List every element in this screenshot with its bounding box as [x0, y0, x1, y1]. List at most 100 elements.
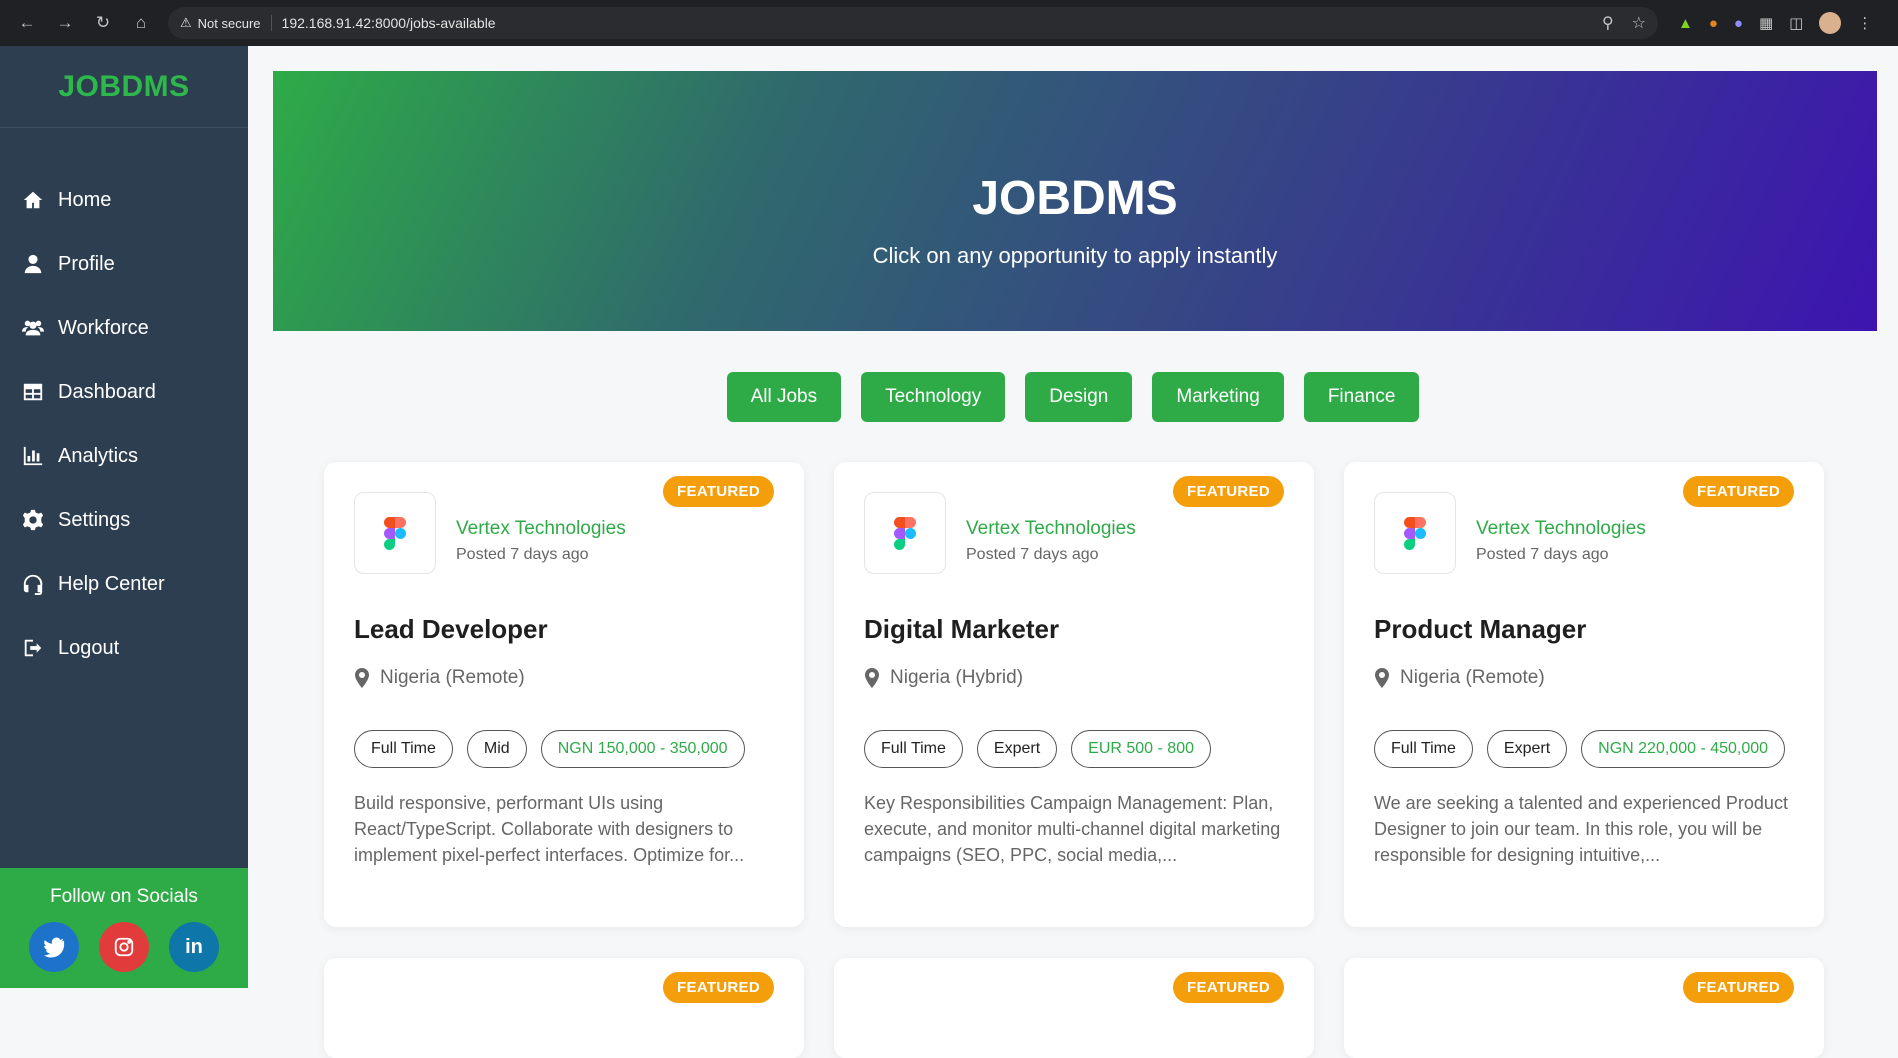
twitter-icon [43, 937, 65, 958]
job-tags: Full Time Expert NGN 220,000 - 450,000 [1374, 730, 1786, 768]
location-text: Nigeria (Remote) [1400, 667, 1545, 688]
figma-icon [894, 516, 916, 550]
job-card[interactable]: FEATURED Vertex Technologies Posted 7 da… [1344, 462, 1824, 927]
browser-toolbar: ← → ↻ ⌂ ⚠ Not secure 192.168.91.42:8000/… [0, 0, 1898, 46]
job-card[interactable]: FEATURED [1344, 958, 1824, 1058]
logout-icon [24, 639, 42, 657]
instagram-icon [114, 937, 134, 957]
job-title[interactable]: Digital Marketer [864, 614, 1059, 645]
sidebar-item-home[interactable]: Home [0, 168, 248, 232]
sidebar-item-label: Workforce [58, 316, 149, 339]
main-content: JOBDMS Click on any opportunity to apply… [248, 46, 1898, 1058]
company-name[interactable]: Vertex Technologies [966, 518, 1136, 540]
sidebar-item-label: Profile [58, 252, 115, 275]
job-level-tag: Expert [1486, 730, 1568, 768]
job-description: Key Responsibilities Campaign Management… [864, 793, 1281, 865]
sidebar-item-label: Home [58, 188, 112, 211]
forward-icon[interactable]: → [48, 6, 82, 40]
home-browser-icon[interactable]: ⌂ [124, 6, 158, 40]
url-text[interactable]: 192.168.91.42:8000/jobs-available [282, 15, 1592, 31]
back-icon[interactable]: ← [10, 6, 44, 40]
sidebar-item-label: Logout [58, 636, 120, 659]
job-card[interactable]: FEATURED [834, 958, 1314, 1058]
sidebar-item-label: Help Center [58, 572, 165, 595]
job-title[interactable]: Lead Developer [354, 614, 548, 645]
sidebar-item-label: Dashboard [58, 380, 156, 403]
job-level-tag: Expert [976, 730, 1058, 768]
job-description: We are seeking a talented and experience… [1374, 793, 1788, 865]
featured-badge: FEATURED [663, 476, 774, 507]
address-bar[interactable]: ⚠ Not secure 192.168.91.42:8000/jobs-ava… [168, 7, 1658, 39]
hero-banner: JOBDMS Click on any opportunity to apply… [273, 71, 1877, 331]
filter-marketing[interactable]: Marketing [1152, 372, 1284, 422]
sidebar-item-logout[interactable]: Logout [0, 616, 248, 680]
linkedin-button[interactable]: in [169, 922, 219, 972]
salary-tag: NGN 220,000 - 450,000 [1581, 730, 1786, 768]
figma-icon [1404, 516, 1426, 550]
extension-fox-icon[interactable]: ● [1709, 15, 1718, 32]
sidebar-item-profile[interactable]: Profile [0, 232, 248, 296]
job-type-tag: Full Time [864, 730, 963, 768]
posted-date: Posted 7 days ago [966, 546, 1099, 563]
gear-icon [22, 509, 44, 531]
job-location: Nigeria (Remote) [1374, 667, 1545, 689]
map-pin-icon [865, 668, 879, 688]
headset-icon [23, 574, 43, 595]
location-text: Nigeria (Remote) [380, 667, 525, 688]
job-title[interactable]: Product Manager [1374, 614, 1586, 645]
extensions-puzzle-icon[interactable]: ▦ [1759, 14, 1773, 32]
posted-date: Posted 7 days ago [456, 546, 589, 563]
sidebar-item-settings[interactable]: Settings [0, 488, 248, 552]
job-card[interactable]: FEATURED Vertex Technologies Posted 7 da… [834, 462, 1314, 927]
zoom-icon[interactable]: ⚲ [1602, 13, 1614, 33]
featured-badge: FEATURED [1683, 476, 1794, 507]
reading-list-icon[interactable]: ◫ [1789, 14, 1803, 32]
hero-title: JOBDMS [972, 172, 1178, 225]
avatar[interactable] [1819, 12, 1842, 34]
sidebar-item-analytics[interactable]: Analytics [0, 424, 248, 488]
job-card[interactable]: FEATURED Vertex Technologies Posted 7 da… [324, 462, 804, 927]
sidebar-item-dashboard[interactable]: Dashboard [0, 360, 248, 424]
home-icon [23, 191, 43, 209]
job-location: Nigeria (Remote) [354, 667, 525, 689]
salary-tag: NGN 150,000 - 350,000 [540, 730, 745, 768]
job-description: Build responsive, performant UIs using R… [354, 793, 745, 865]
sidebar-nav: Home Profile Workforce Dashboard Analyti… [0, 128, 248, 680]
users-icon [22, 320, 44, 336]
chart-icon [23, 446, 43, 466]
filter-design[interactable]: Design [1025, 372, 1133, 422]
job-tags: Full Time Expert EUR 500 - 800 [864, 730, 1211, 768]
figma-icon [384, 516, 406, 550]
twitter-button[interactable] [29, 922, 79, 972]
extension-cloud-icon[interactable]: ● [1734, 15, 1743, 32]
company-name[interactable]: Vertex Technologies [456, 518, 626, 540]
instagram-button[interactable] [99, 922, 149, 972]
reload-icon[interactable]: ↻ [86, 6, 120, 40]
extension-chart-icon[interactable]: ▲ [1678, 15, 1693, 32]
warning-icon: ⚠ [180, 15, 192, 30]
filter-finance[interactable]: Finance [1303, 372, 1420, 422]
sidebar: JOBDMS Home Profile Workforce Dashboard … [0, 46, 248, 988]
brand-logo[interactable]: JOBDMS [0, 46, 248, 128]
filter-all-jobs[interactable]: All Jobs [726, 372, 842, 422]
linkedin-icon: in [185, 935, 203, 958]
company-logo [1374, 492, 1456, 574]
category-filters: All Jobs Technology Design Marketing Fin… [248, 372, 1898, 422]
filter-technology[interactable]: Technology [861, 372, 1006, 422]
menu-dots-icon[interactable]: ⋮ [1857, 14, 1872, 32]
security-label: Not secure [197, 15, 261, 31]
map-pin-icon [1375, 668, 1389, 688]
bookmark-star-icon[interactable]: ☆ [1632, 13, 1646, 33]
company-logo [354, 492, 436, 574]
job-type-tag: Full Time [1374, 730, 1473, 768]
featured-badge: FEATURED [1173, 476, 1284, 507]
job-card[interactable]: FEATURED [324, 958, 804, 1058]
sidebar-item-label: Analytics [58, 444, 139, 467]
user-icon [24, 254, 42, 274]
socials-title: Follow on Socials [50, 886, 198, 907]
table-icon [23, 383, 43, 401]
sidebar-item-workforce[interactable]: Workforce [0, 296, 248, 360]
sidebar-item-help-center[interactable]: Help Center [0, 552, 248, 616]
security-indicator[interactable]: ⚠ Not secure [180, 15, 272, 31]
company-name[interactable]: Vertex Technologies [1476, 518, 1646, 540]
